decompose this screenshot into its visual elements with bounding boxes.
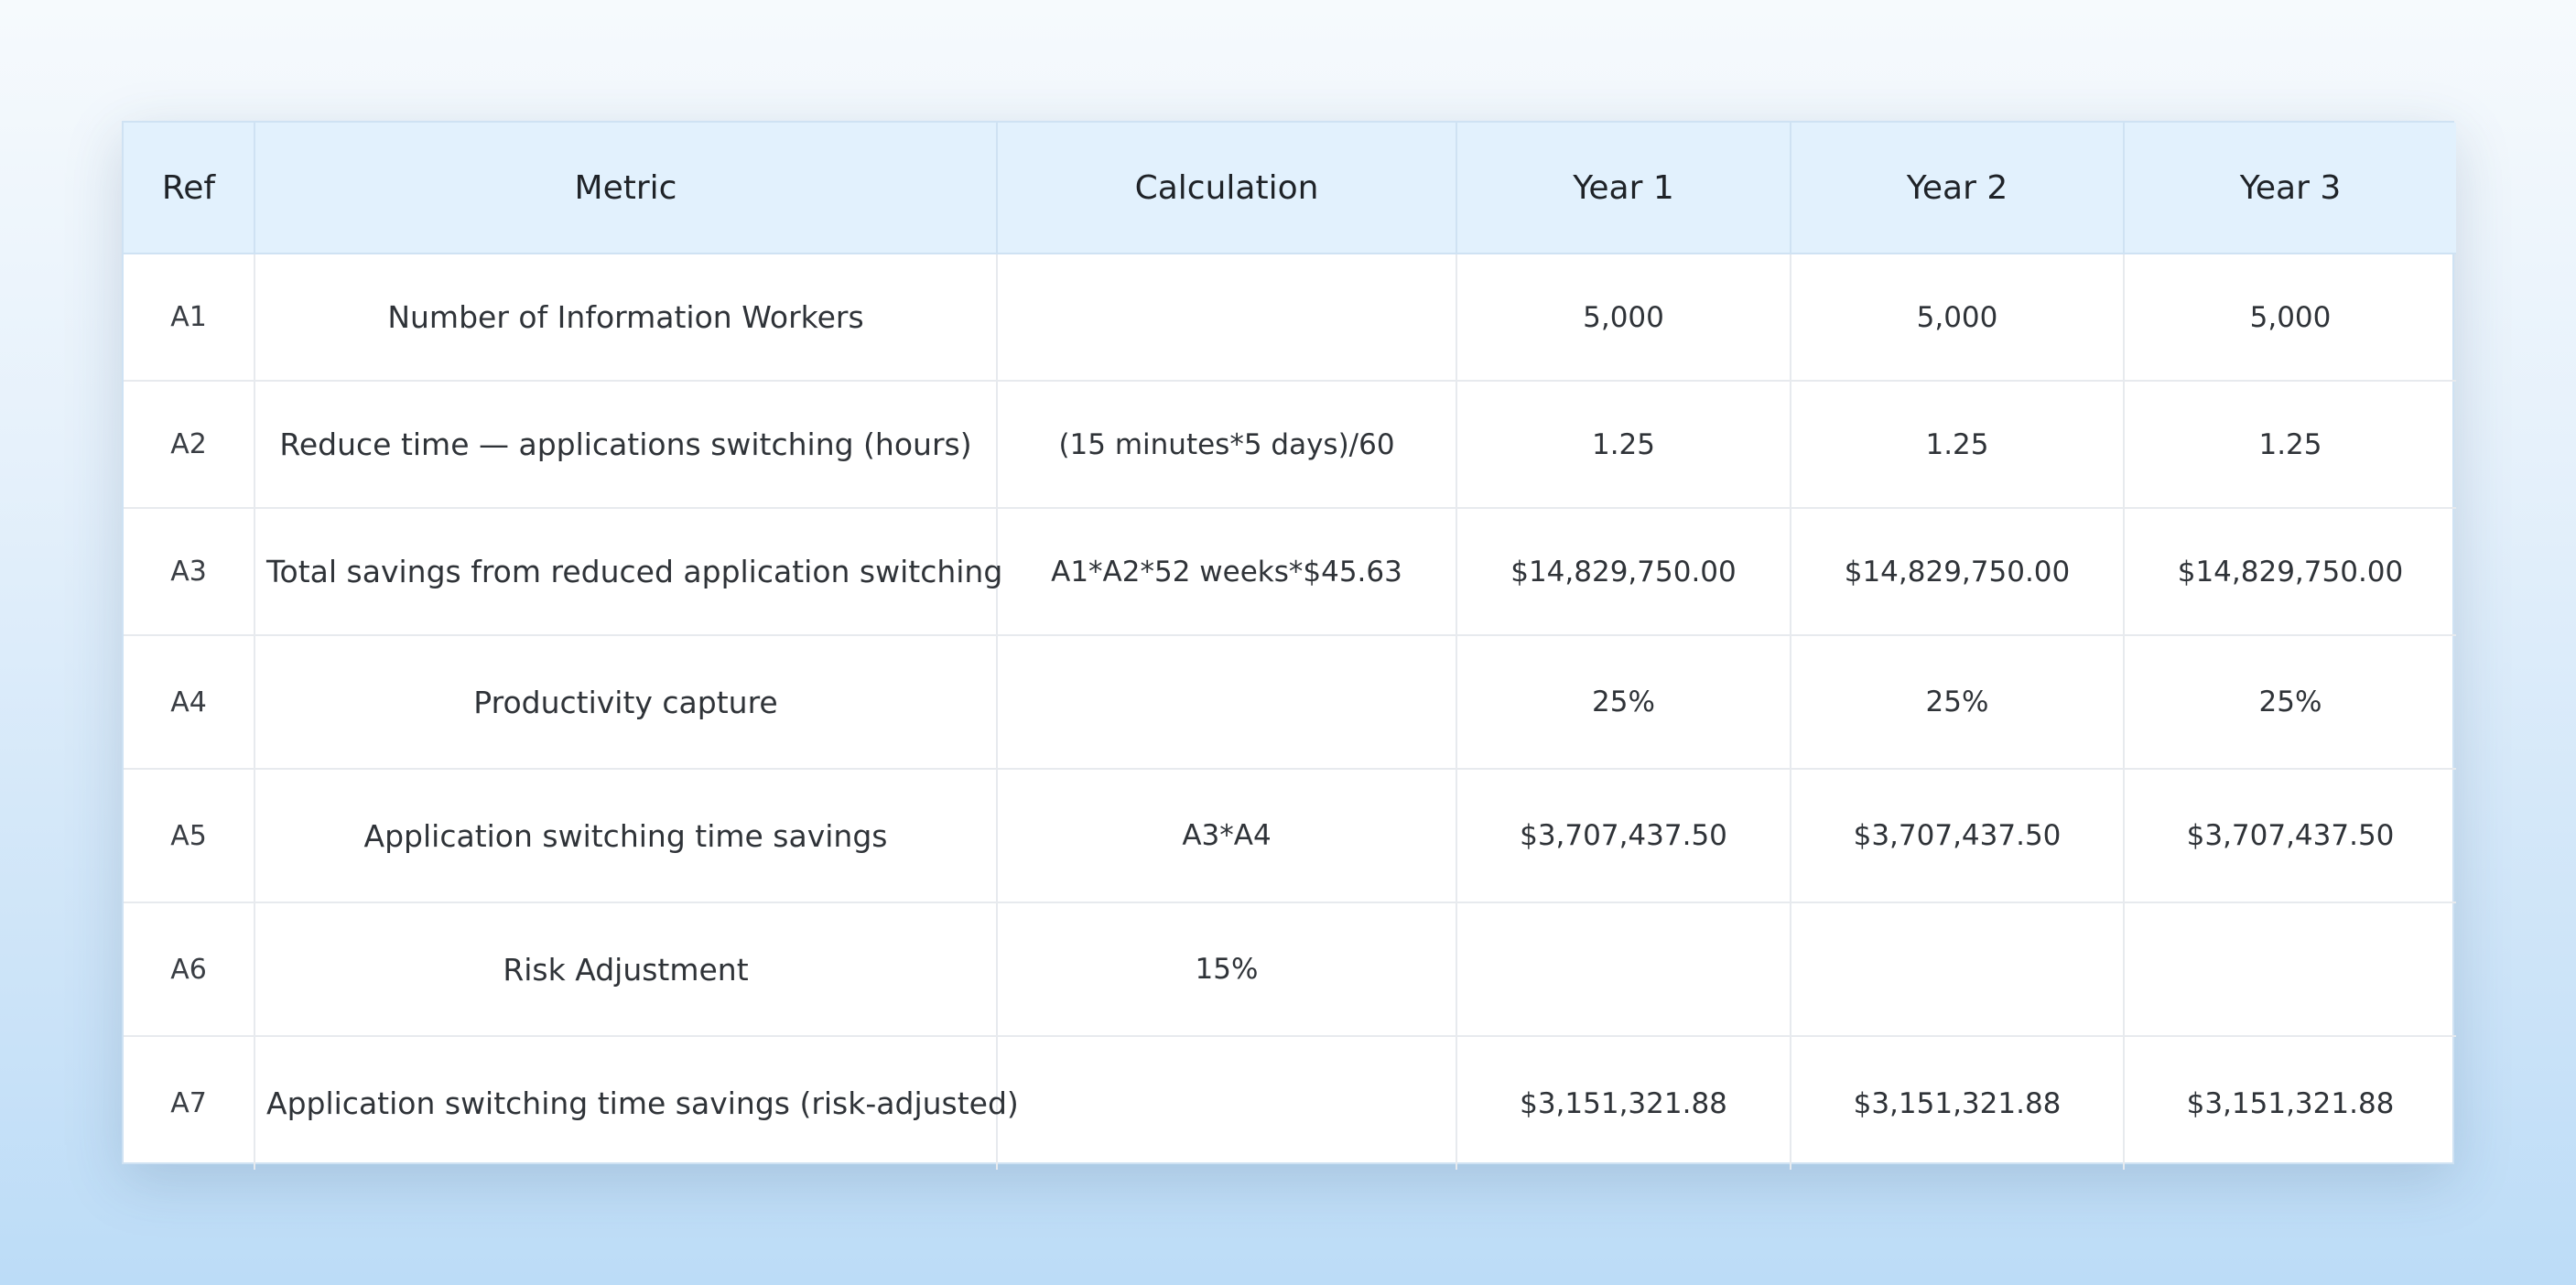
cell-year-3: 25% <box>2124 635 2456 770</box>
cell-ref: A6 <box>124 902 255 1037</box>
cell-year-3: $14,829,750.00 <box>2124 508 2456 636</box>
cell-ref: A7 <box>124 1036 255 1170</box>
cell-metric: Application switching time savings <box>254 769 998 903</box>
cell-calculation <box>997 1036 1457 1170</box>
cell-year-3 <box>2124 902 2456 1037</box>
cell-year-1: 25% <box>1456 635 1791 770</box>
cell-calculation: A1*A2*52 weeks*$45.63 <box>997 508 1457 636</box>
header-ref: Ref <box>124 123 255 254</box>
cell-year-2: 5,000 <box>1791 254 2125 382</box>
cell-year-1 <box>1456 902 1791 1037</box>
cell-metric: Productivity capture <box>254 635 998 770</box>
header-metric: Metric <box>254 123 998 254</box>
table-row: A2 Reduce time — applications switching … <box>124 381 2456 509</box>
cell-metric: Total savings from reduced application s… <box>254 508 1002 636</box>
cell-ref: A2 <box>124 381 255 509</box>
cell-calculation: A3*A4 <box>997 769 1457 903</box>
table-row: A1 Number of Information Workers 5,000 5… <box>124 254 2456 382</box>
cell-year-3: $3,707,437.50 <box>2124 769 2456 903</box>
cell-metric: Reduce time — applications switching (ho… <box>254 381 998 509</box>
roi-table: Ref Metric Calculation Year 1 Year 2 Yea… <box>124 123 2456 1170</box>
table-header-row: Ref Metric Calculation Year 1 Year 2 Yea… <box>124 123 2456 254</box>
cell-year-2: 25% <box>1791 635 2125 770</box>
table-row: A5 Application switching time savings A3… <box>124 769 2456 903</box>
cell-year-3: 1.25 <box>2124 381 2456 509</box>
header-calculation: Calculation <box>997 123 1457 254</box>
cell-calculation <box>997 254 1457 382</box>
table-row: A7 Application switching time savings (r… <box>124 1036 2456 1170</box>
cell-ref: A3 <box>124 508 255 636</box>
header-year-1: Year 1 <box>1456 123 1791 254</box>
cell-year-1: 1.25 <box>1456 381 1791 509</box>
cell-year-2: $14,829,750.00 <box>1791 508 2125 636</box>
cell-calculation: 15% <box>997 902 1457 1037</box>
cell-calculation <box>997 635 1457 770</box>
cell-metric: Risk Adjustment <box>254 902 998 1037</box>
cell-year-1: $3,151,321.88 <box>1456 1036 1791 1170</box>
cell-metric: Application switching time savings (risk… <box>254 1036 1019 1170</box>
cell-calculation: (15 minutes*5 days)/60 <box>997 381 1457 509</box>
header-year-3: Year 3 <box>2124 123 2456 254</box>
cell-ref: A5 <box>124 769 255 903</box>
cell-year-2 <box>1791 902 2125 1037</box>
cell-metric: Number of Information Workers <box>254 254 998 382</box>
cell-year-2: $3,151,321.88 <box>1791 1036 2125 1170</box>
table-row: A3 Total savings from reduced applicatio… <box>124 508 2456 636</box>
cell-year-1: 5,000 <box>1456 254 1791 382</box>
cell-year-3: $3,151,321.88 <box>2186 1086 2395 1120</box>
roi-table-card: Ref Metric Calculation Year 1 Year 2 Yea… <box>122 121 2456 1170</box>
cell-year-1: $14,829,750.00 <box>1456 508 1791 636</box>
cell-year-1: $3,707,437.50 <box>1456 769 1791 903</box>
cell-year-2: $3,707,437.50 <box>1791 769 2125 903</box>
cell-ref: A1 <box>124 254 255 382</box>
cell-ref: A4 <box>124 635 255 770</box>
table-row: A6 Risk Adjustment 15% <box>124 902 2456 1037</box>
cell-year-3: 5,000 <box>2124 254 2456 382</box>
table-row: A4 Productivity capture 25% 25% 25% <box>124 635 2456 770</box>
header-year-2: Year 2 <box>1791 123 2125 254</box>
cell-year-2: 1.25 <box>1791 381 2125 509</box>
